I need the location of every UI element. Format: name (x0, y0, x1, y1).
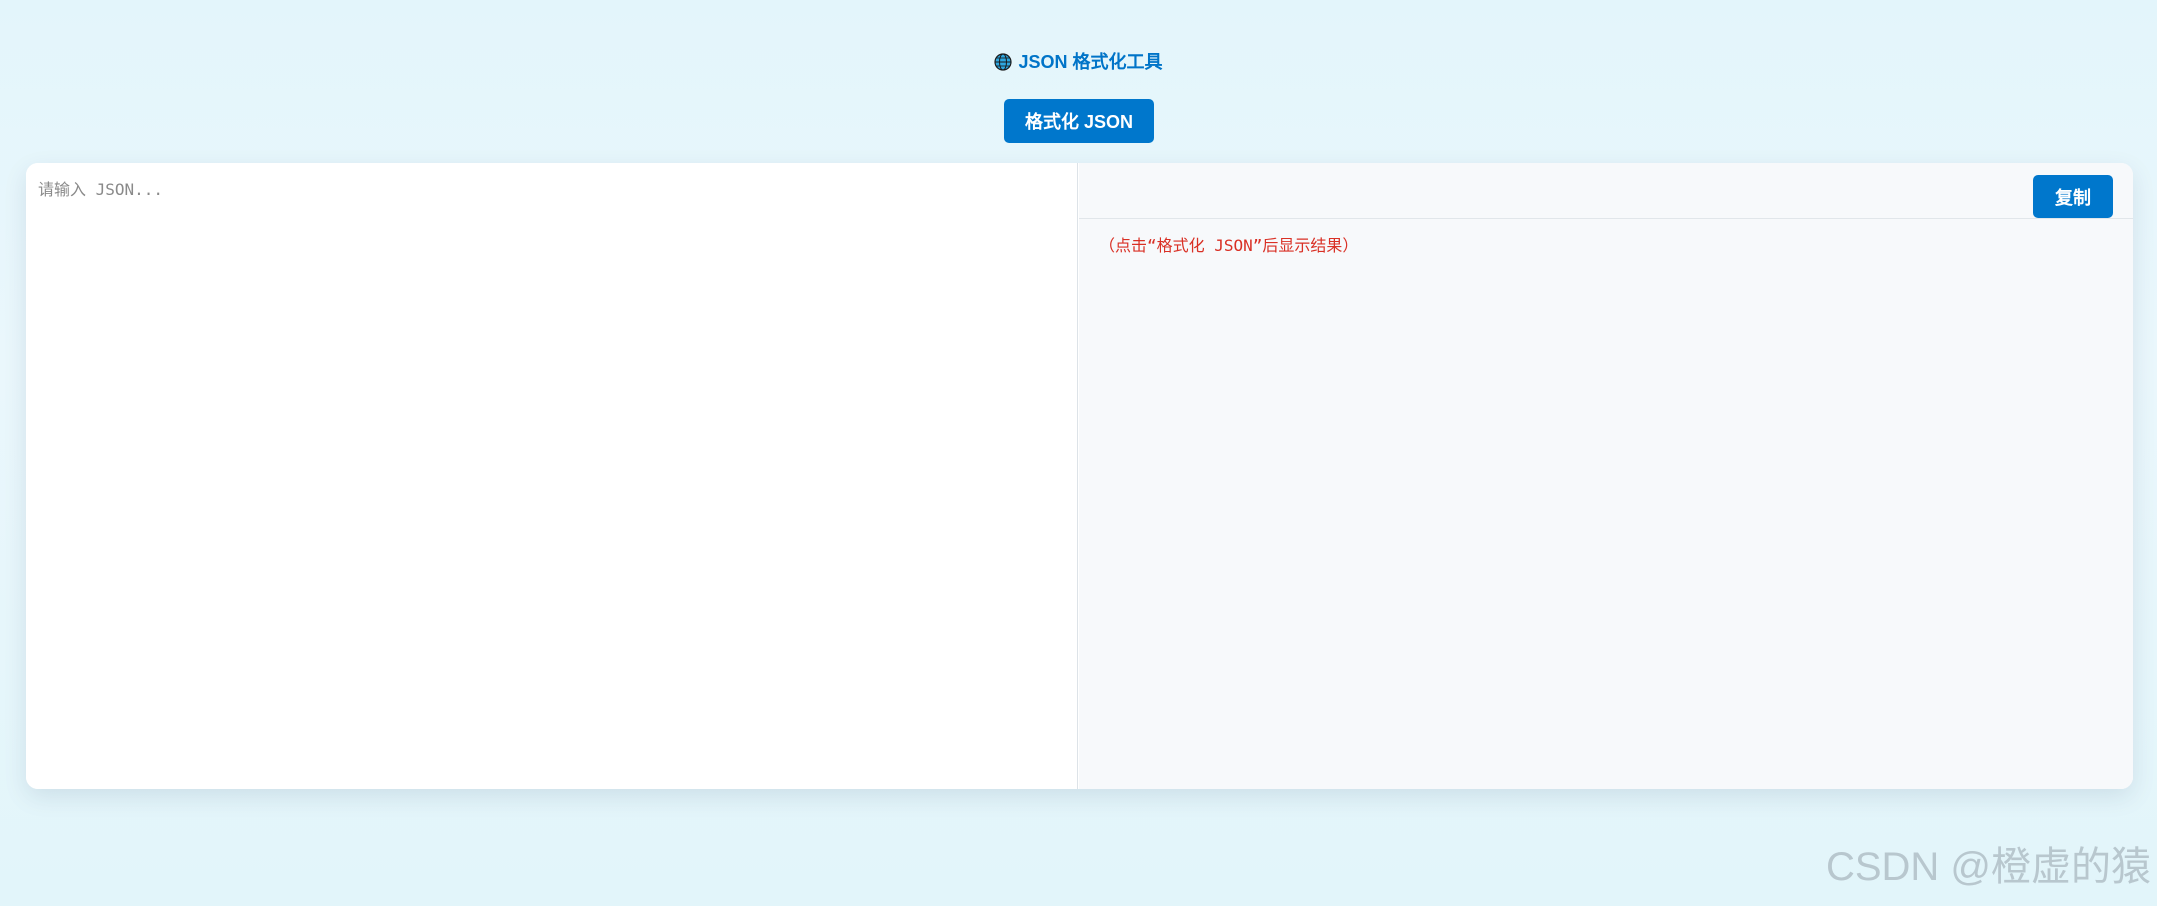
copy-button[interactable]: 复制 (2033, 175, 2113, 218)
page-title: JSON 格式化工具 (0, 48, 2157, 76)
globe-icon (994, 51, 1013, 71)
format-json-button[interactable]: 格式化 JSON (1004, 99, 1154, 143)
watermark: CSDN @橙虚的猿 (1825, 845, 2151, 889)
editor-panel: 复制 （点击“格式化 JSON”后显示结果） (26, 163, 2133, 789)
json-input[interactable] (26, 163, 1078, 789)
output-toolbar: 复制 (1079, 163, 2133, 219)
output-result: （点击“格式化 JSON”后显示结果） (1099, 236, 1359, 255)
page-title-text: JSON 格式化工具 (1018, 52, 1163, 72)
output-pane: 复制 （点击“格式化 JSON”后显示结果） (1079, 163, 2133, 789)
